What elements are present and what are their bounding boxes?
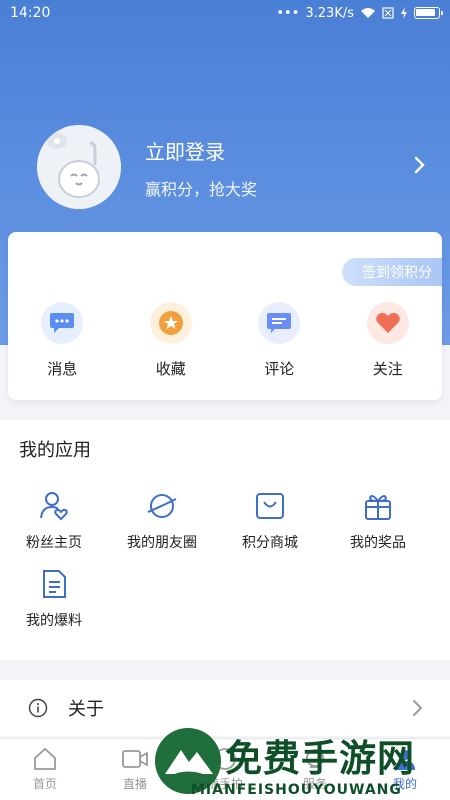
charging-icon (401, 7, 407, 19)
login-title[interactable]: 立即登录 (145, 136, 225, 165)
gift-icon (365, 495, 391, 520)
tab-snapshot[interactable]: 随手拍 (180, 739, 270, 800)
user-icon (395, 750, 415, 770)
status-dots: ••• (276, 5, 300, 21)
about-row[interactable]: 关于 (0, 680, 450, 736)
avatar[interactable] (37, 125, 121, 209)
about-label: 关于 (68, 699, 104, 720)
camera-icon (214, 748, 236, 770)
app-my-prizes[interactable]: 我的奖品 (324, 490, 432, 568)
app-label: 我的奖品 (350, 535, 406, 551)
star-icon (149, 302, 192, 344)
shopping-bag-icon (256, 493, 284, 519)
home-icon (34, 747, 56, 770)
app-label: 我的朋友圈 (127, 535, 197, 551)
quick-action-label: 消息 (47, 360, 78, 378)
app-friends-circle[interactable]: 我的朋友圈 (108, 490, 216, 568)
tab-label: 首页 (32, 777, 57, 791)
quick-action-label: 关注 (372, 360, 403, 378)
document-icon (43, 570, 66, 598)
app-grid: 粉丝主页 我的朋友圈 积分商城 我的奖品 我的爆料 (0, 490, 450, 646)
quick-action-label: 收藏 (155, 360, 186, 378)
info-icon (28, 698, 48, 718)
app-label: 粉丝主页 (26, 535, 82, 551)
tab-label: 随手拍 (206, 777, 243, 791)
heart-icon (366, 302, 409, 344)
tab-label: 直播 (122, 777, 147, 791)
quick-action-comment[interactable]: 评论 (225, 302, 334, 379)
signin-button[interactable]: 签到领积分 (342, 258, 442, 286)
status-bar: 14:20 ••• 3.23K/s (0, 0, 450, 26)
fan-page-icon (40, 492, 68, 521)
tab-label: 服务 (302, 777, 327, 791)
chevron-right-icon (413, 700, 423, 716)
section-title: 我的应用 (19, 440, 91, 461)
service-icon (306, 749, 324, 768)
my-apps-section: 我的应用 粉丝主页 我的朋友圈 积分商城 我的奖品 我的爆料 (0, 420, 450, 660)
comment-icon (258, 302, 301, 344)
quick-action-favorites[interactable]: 收藏 (117, 302, 226, 379)
video-icon (122, 750, 148, 768)
tab-service[interactable]: 服务 (270, 739, 360, 800)
wifi-icon (361, 8, 375, 18)
quick-actions: 消息 收藏 评论 关注 (8, 302, 442, 379)
tab-label: 我的 (392, 777, 417, 791)
chevron-right-icon[interactable] (410, 154, 428, 176)
robot-avatar-icon (37, 125, 121, 209)
app-label: 积分商城 (242, 535, 298, 551)
tab-mine[interactable]: 我的 (360, 739, 450, 800)
login-subtitle: 赢积分，抢大奖 (145, 180, 258, 199)
tab-home[interactable]: 首页 (0, 739, 90, 800)
app-label: 我的爆料 (26, 613, 82, 629)
quick-actions-card: 签到领积分 消息 收藏 评论 关注 (8, 232, 442, 400)
quick-action-label: 评论 (264, 360, 295, 378)
battery-icon (414, 7, 443, 19)
quick-action-message[interactable]: 消息 (8, 302, 117, 379)
network-speed: 3.23K/s (305, 5, 354, 21)
planet-icon (147, 494, 177, 518)
app-points-mall[interactable]: 积分商城 (216, 490, 324, 568)
app-my-tips[interactable]: 我的爆料 (0, 568, 108, 646)
message-icon (41, 302, 84, 344)
app-fan-page[interactable]: 粉丝主页 (0, 490, 108, 568)
tab-live[interactable]: 直播 (90, 739, 180, 800)
bottom-tab-bar: 首页 直播 随手拍 服务 我的 (0, 738, 450, 800)
sim-icon (382, 7, 394, 19)
status-time: 14:20 (10, 5, 51, 21)
quick-action-follow[interactable]: 关注 (334, 302, 443, 379)
